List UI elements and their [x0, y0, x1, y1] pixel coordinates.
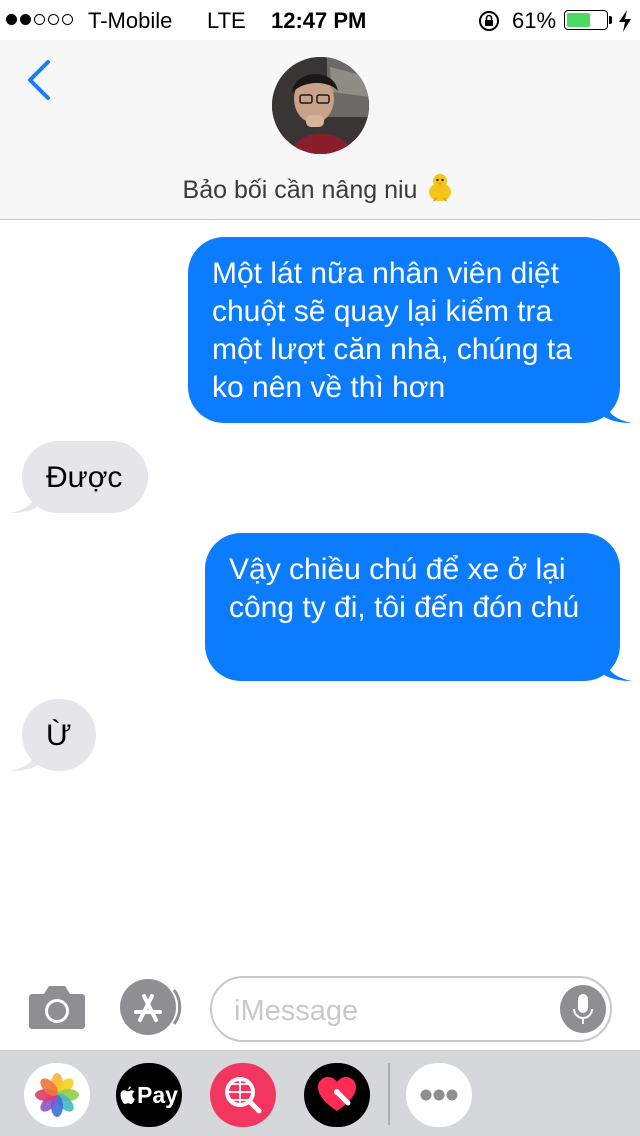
received-message-bubble[interactable]: Được [10, 441, 148, 513]
apple-pay-icon: Pay [116, 1063, 182, 1127]
contact-avatar[interactable] [272, 57, 369, 154]
photos-app-button[interactable] [24, 1063, 90, 1127]
message-text: Vậy chiều chú để xe ở lại công ty đi, tô… [229, 553, 580, 624]
charging-bolt-icon [619, 10, 631, 32]
apple-pay-label: Pay [137, 1081, 178, 1108]
microphone-icon [573, 994, 593, 1024]
more-apps-icon [420, 1089, 458, 1101]
digital-touch-icon [318, 1077, 356, 1111]
camera-icon[interactable] [28, 980, 86, 1032]
imessage-app-drawer: Pay [0, 1050, 640, 1136]
message-text: Ừ [46, 719, 72, 752]
bubble-tail [10, 741, 40, 771]
signal-dot [48, 14, 59, 25]
photos-icon [35, 1073, 79, 1117]
web-search-icon [225, 1077, 262, 1114]
bubble-tail [602, 393, 632, 423]
battery-level-fill [567, 13, 591, 27]
signal-dot [20, 14, 31, 25]
battery-nub [609, 16, 612, 24]
digital-touch-app-button[interactable] [304, 1063, 370, 1127]
back-chevron-icon[interactable] [22, 58, 56, 102]
apple-logo-icon [120, 1085, 135, 1104]
signal-strength-icon [6, 14, 73, 25]
carrier-name: T-Mobile [88, 8, 173, 33]
received-message-bubble[interactable]: Ừ [10, 699, 96, 771]
status-bar: T-Mobile LTE 12:47 PM 61% [0, 0, 640, 40]
battery-percent: 61% [512, 8, 557, 33]
contact-name[interactable]: Bảo bối cần nâng niu [0, 170, 640, 205]
message-thread[interactable]: Một lát nữa nhân viên diệt chuột sẽ quay… [0, 221, 640, 971]
bubble-tail [602, 651, 632, 681]
conversation-header: Bảo bối cần nâng niu [0, 40, 640, 220]
rotation-lock-icon [479, 11, 499, 31]
avatar-photo [272, 57, 369, 154]
web-search-app-button[interactable] [210, 1063, 276, 1127]
apple-pay-button[interactable]: Pay [116, 1063, 182, 1127]
signal-dot [34, 14, 45, 25]
imessage-input[interactable]: iMessage [210, 976, 612, 1042]
sent-message-bubble[interactable]: Một lát nữa nhân viên diệt chuột sẽ quay… [188, 237, 632, 423]
message-text: Một lát nữa nhân viên diệt chuột sẽ quay… [212, 257, 572, 404]
signal-dot [6, 14, 17, 25]
imessage-placeholder: iMessage [234, 995, 359, 1027]
signal-dot [62, 14, 73, 25]
dictation-button[interactable] [560, 985, 606, 1033]
bubble-tail [10, 483, 40, 513]
drawer-divider [388, 1063, 390, 1125]
contact-name-text: Bảo bối cần nâng niu [182, 176, 418, 204]
sent-message-bubble[interactable]: Vậy chiều chú để xe ở lại công ty đi, tô… [205, 533, 632, 681]
network-type: LTE [207, 8, 246, 33]
app-store-icon[interactable] [118, 976, 182, 1038]
message-text: Được [46, 461, 123, 494]
more-apps-button[interactable] [406, 1063, 472, 1127]
compose-bar: iMessage [0, 972, 640, 1050]
battery-icon [564, 10, 608, 30]
baby-chick-icon [429, 174, 452, 202]
status-time: 12:47 PM [271, 8, 367, 33]
